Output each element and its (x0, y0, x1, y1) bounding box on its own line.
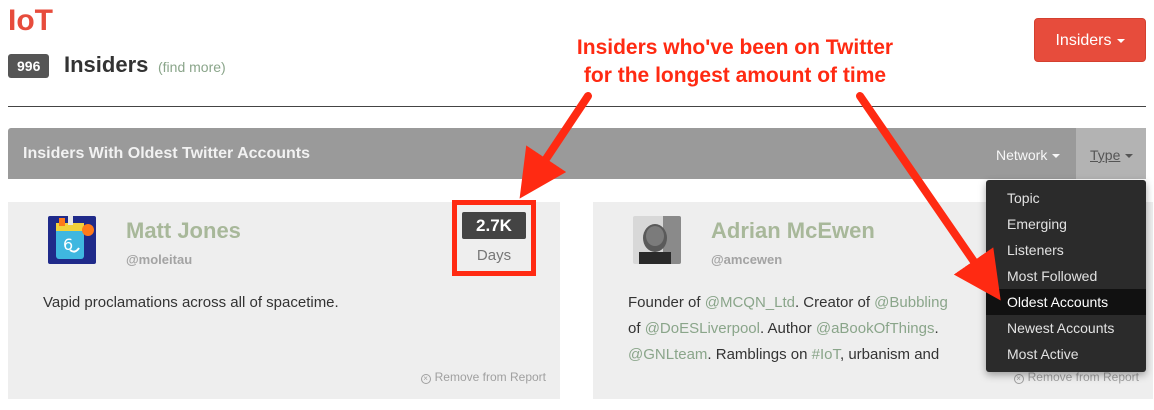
avatar[interactable]: 6 (48, 216, 96, 264)
type-tab[interactable]: Type (1076, 128, 1146, 179)
bio-text: . Ramblings on (707, 346, 812, 363)
avatar-image (633, 216, 681, 264)
insider-handle[interactable]: @amcewen (711, 253, 782, 267)
insider-bio: Founder of @MCQN_Ltd. Creator of @Bubbli… (628, 290, 988, 368)
avatar-image: 6 (48, 216, 96, 264)
hashtag-link[interactable]: #IoT (812, 346, 840, 363)
network-label: Network (996, 147, 1048, 163)
insiders-dropdown-button[interactable]: Insiders (1034, 18, 1146, 62)
menu-item-newest-accounts[interactable]: Newest Accounts (986, 315, 1146, 341)
menu-item-most-active[interactable]: Most Active (986, 341, 1146, 367)
insider-name[interactable]: Adrian McEwen (711, 218, 875, 244)
type-dropdown[interactable]: Type (1090, 147, 1134, 163)
mention-link[interactable]: @MCQN_Ltd (705, 294, 795, 311)
page-title: IoT (8, 4, 53, 37)
account-age-unit: Days (476, 247, 512, 264)
remove-label: Remove from Report (1027, 370, 1139, 384)
remove-circle-icon: × (420, 374, 431, 384)
insider-bio: Vapid proclamations across all of spacet… (43, 294, 339, 311)
find-more-link[interactable]: (find more) (158, 59, 226, 75)
menu-item-topic[interactable]: Topic (986, 185, 1146, 211)
type-label: Type (1090, 147, 1121, 163)
bio-text: . Creator of (794, 294, 875, 311)
remove-label: Remove from Report (434, 370, 546, 384)
insider-name[interactable]: Matt Jones (126, 218, 241, 244)
mention-link[interactable]: @aBookOfThings (816, 320, 935, 337)
insiders-heading: Insiders (64, 52, 149, 77)
insider-handle[interactable]: @moleitau (126, 253, 192, 267)
bio-text: . (934, 320, 939, 337)
insider-count-badge: 996 (8, 54, 50, 78)
annotation-line-1: Insiders who've been on Twitter (576, 36, 894, 59)
remove-from-report-link[interactable]: × Remove from Report (1013, 370, 1139, 384)
account-age-stat: 2.7K Days (452, 200, 536, 276)
insiders-button-label: Insiders (1055, 32, 1112, 49)
account-age-value: 2.7K (462, 212, 526, 239)
report-title: Insiders With Oldest Twitter Accounts (23, 145, 310, 162)
annotation-line-2: for the longest amount of time (583, 64, 887, 87)
menu-item-emerging[interactable]: Emerging (986, 211, 1146, 237)
menu-item-listeners[interactable]: Listeners (986, 237, 1146, 263)
network-dropdown[interactable]: Network (996, 147, 1061, 163)
bio-text: . Author (759, 320, 816, 337)
mention-link[interactable]: @DoESLiverpool (645, 320, 760, 337)
caret-down-icon (1116, 38, 1125, 43)
remove-from-report-link[interactable]: × Remove from Report (420, 370, 546, 384)
bio-text: of (628, 320, 645, 337)
bio-text: , urbanism and (840, 346, 940, 363)
annotation-callout: Insiders who've been on Twitter for the … (520, 34, 950, 90)
type-dropdown-menu: Topic Emerging Listeners Most Followed O… (986, 180, 1146, 372)
report-header-bar: Insiders With Oldest Twitter Accounts Ne… (8, 128, 1146, 179)
mention-link[interactable]: @Bubbling (874, 294, 948, 311)
mention-link[interactable]: @GNLteam (628, 346, 707, 363)
caret-down-icon (1052, 154, 1061, 159)
menu-item-most-followed[interactable]: Most Followed (986, 263, 1146, 289)
avatar[interactable] (633, 216, 681, 264)
caret-down-icon (1125, 154, 1134, 159)
bio-text: Founder of (628, 294, 705, 311)
remove-circle-icon: × (1013, 374, 1024, 384)
header-divider (8, 106, 1146, 107)
menu-item-oldest-accounts[interactable]: Oldest Accounts (986, 289, 1146, 315)
